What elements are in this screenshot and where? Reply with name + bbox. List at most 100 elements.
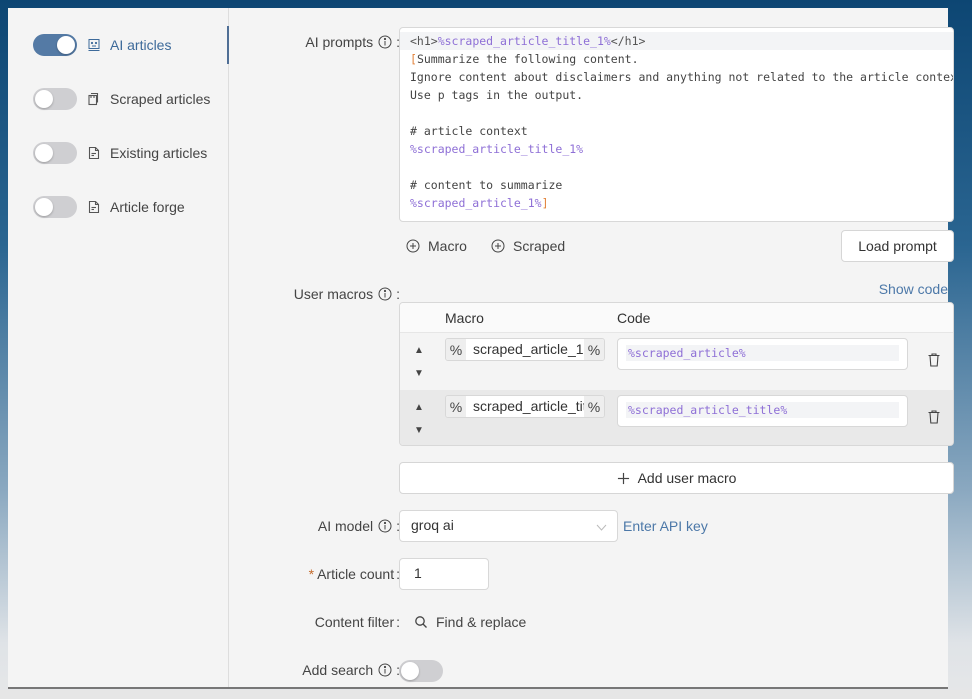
label-text: AI prompts bbox=[305, 34, 374, 50]
move-up-icon[interactable]: ▲ bbox=[414, 346, 426, 356]
sidebar-item-label: Existing articles bbox=[110, 145, 208, 161]
prompt-line: %scraped_article_title_1% bbox=[400, 140, 953, 158]
sidebar-item-label: Article forge bbox=[110, 199, 185, 215]
macro-code-value: %scraped_article_title% bbox=[626, 402, 899, 418]
info-icon[interactable] bbox=[378, 287, 392, 301]
add-search-toggle[interactable] bbox=[399, 660, 443, 682]
load-prompt-button[interactable]: Load prompt bbox=[841, 230, 954, 262]
prompt-text: [ bbox=[410, 52, 417, 66]
prompt-line: <h1>%scraped_article_title_1%</h1> bbox=[400, 32, 953, 50]
sidebar-item-existing-articles[interactable]: Existing articles bbox=[33, 141, 207, 165]
macro-button-label: Macro bbox=[428, 238, 467, 254]
column-header-code: Code bbox=[617, 310, 651, 326]
prompt-text: # article context bbox=[410, 124, 528, 138]
prompt-text: ] bbox=[541, 196, 549, 210]
macro-name-field: % scraped_article_1 % bbox=[445, 338, 605, 361]
label-text: AI model bbox=[317, 518, 374, 534]
label-text: Add search bbox=[302, 662, 374, 678]
ai-prompts-label: AI prompts : bbox=[305, 34, 400, 50]
info-icon[interactable] bbox=[378, 35, 392, 49]
active-indicator bbox=[227, 26, 229, 64]
macro-token: %scraped_article_1% bbox=[410, 196, 542, 210]
label-separator: : bbox=[396, 614, 400, 630]
move-down-icon[interactable]: ▼ bbox=[414, 426, 426, 436]
scraped-button-label: Scraped bbox=[513, 238, 566, 254]
show-code-link[interactable]: Show code bbox=[879, 281, 948, 297]
plus-icon bbox=[617, 472, 630, 485]
macro-prefix: % bbox=[446, 339, 466, 360]
article-count-input[interactable]: 1 bbox=[399, 558, 489, 590]
prompt-text: Ignore content about disclaimers and any… bbox=[410, 70, 954, 84]
content-filter-label: Content filter : bbox=[315, 614, 400, 630]
add-user-macro-label: Add user macro bbox=[637, 470, 737, 486]
prompt-line: [Summarize the following content. bbox=[400, 50, 953, 68]
sidebar-item-scraped-articles[interactable]: Scraped articles bbox=[33, 87, 210, 111]
sidebar-item-ai-articles[interactable]: AI articles bbox=[33, 33, 171, 57]
prompt-text: </h1> bbox=[610, 34, 646, 48]
prompt-line: Use p tags in the output. bbox=[400, 86, 953, 104]
prompt-text: Use p tags in the output. bbox=[410, 88, 584, 102]
ai-model-select[interactable]: groq ai bbox=[399, 510, 618, 542]
user-macros-table: Macro Code ▲ ▼ % scraped_article_1 % %sc… bbox=[399, 302, 954, 446]
prompt-line: # article context bbox=[400, 122, 953, 140]
prompt-line: Ignore content about disclaimers and any… bbox=[400, 68, 953, 86]
sidebar-item-label: Scraped articles bbox=[110, 91, 211, 107]
macro-name-field: % scraped_article_title % bbox=[445, 395, 605, 418]
add-search-label: Add search : bbox=[302, 662, 400, 678]
scraped-articles-toggle[interactable] bbox=[33, 88, 77, 110]
find-replace-label: Find & replace bbox=[436, 614, 527, 630]
article-count-label: * Article count : bbox=[309, 566, 400, 582]
prompt-text: Summarize the following content. bbox=[416, 52, 639, 66]
macro-token: %scraped_article_title_1% bbox=[410, 142, 584, 156]
ai-model-value: groq ai bbox=[411, 517, 454, 533]
required-mark: * bbox=[308, 566, 315, 582]
bottom-strip bbox=[0, 690, 972, 699]
macro-prefix: % bbox=[446, 396, 466, 417]
info-icon[interactable] bbox=[378, 663, 392, 677]
prompt-line bbox=[400, 158, 953, 176]
prompt-text: <h1> bbox=[410, 34, 438, 48]
macro-suffix: % bbox=[584, 339, 604, 360]
delete-icon[interactable] bbox=[927, 352, 941, 368]
label-text: Content filter bbox=[314, 614, 395, 630]
insert-scraped-button[interactable]: Scraped bbox=[491, 238, 565, 254]
plus-circle-icon bbox=[491, 239, 505, 253]
ai-prompt-editor[interactable]: <h1>%scraped_article_title_1%</h1> [Summa… bbox=[399, 27, 954, 222]
table-header: Macro Code bbox=[400, 303, 953, 333]
ai-articles-toggle[interactable] bbox=[33, 34, 77, 56]
move-down-icon[interactable]: ▼ bbox=[414, 369, 426, 379]
delete-icon[interactable] bbox=[927, 409, 941, 425]
macro-code-input[interactable]: %scraped_article% bbox=[617, 338, 908, 370]
prompt-line: # content to summarize bbox=[400, 176, 953, 194]
add-user-macro-button[interactable]: Add user macro bbox=[399, 462, 954, 494]
robot-icon bbox=[87, 38, 101, 52]
label-separator: : bbox=[396, 286, 400, 302]
file-icon bbox=[87, 200, 101, 214]
sidebar: AI articles Scraped articles Existing ar… bbox=[8, 8, 229, 687]
move-up-icon[interactable]: ▲ bbox=[414, 403, 426, 413]
prompt-line bbox=[400, 104, 953, 122]
table-row: ▲ ▼ % scraped_article_title % %scraped_a… bbox=[400, 390, 953, 445]
sidebar-item-label: AI articles bbox=[110, 37, 172, 53]
find-replace-button[interactable]: Find & replace bbox=[414, 614, 526, 630]
macro-name-input[interactable]: scraped_article_title bbox=[466, 396, 584, 417]
macro-code-input[interactable]: %scraped_article_title% bbox=[617, 395, 908, 427]
label-text: User macros bbox=[293, 286, 374, 302]
macro-code-value: %scraped_article% bbox=[626, 345, 899, 361]
prompt-text: # content to summarize bbox=[410, 178, 563, 192]
sidebar-item-article-forge[interactable]: Article forge bbox=[33, 195, 185, 219]
article-forge-toggle[interactable] bbox=[33, 196, 77, 218]
info-icon[interactable] bbox=[378, 519, 392, 533]
prompt-line: %scraped_article_1%] bbox=[400, 194, 953, 212]
file-icon bbox=[87, 146, 101, 160]
plus-circle-icon bbox=[406, 239, 420, 253]
chevron-down-icon bbox=[596, 520, 607, 531]
table-row: ▲ ▼ % scraped_article_1 % %scraped_artic… bbox=[400, 333, 953, 390]
enter-api-key-link[interactable]: Enter API key bbox=[623, 518, 708, 534]
insert-macro-button[interactable]: Macro bbox=[406, 238, 467, 254]
existing-articles-toggle[interactable] bbox=[33, 142, 77, 164]
copy-icon bbox=[87, 92, 101, 106]
settings-panel: AI articles Scraped articles Existing ar… bbox=[8, 8, 954, 689]
macro-token: %scraped_article_title_1% bbox=[437, 34, 611, 48]
macro-name-input[interactable]: scraped_article_1 bbox=[466, 339, 584, 360]
